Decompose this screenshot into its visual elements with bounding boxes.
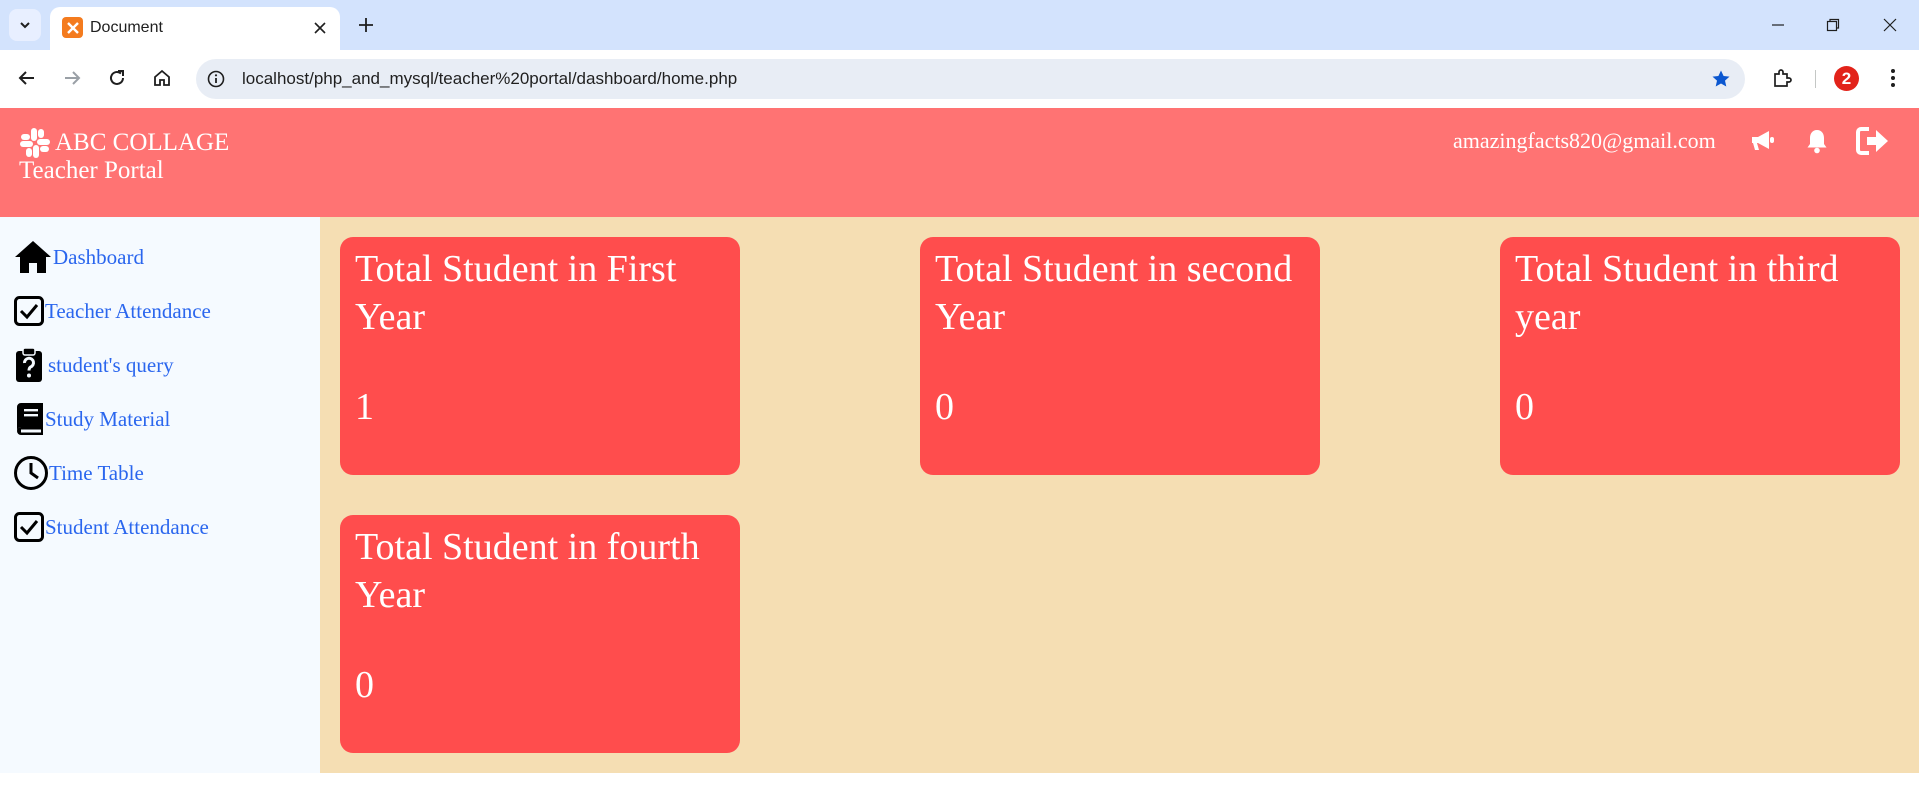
home-icon [15,241,51,273]
xampp-favicon-icon [62,17,83,38]
close-window-button[interactable] [1870,9,1910,41]
extensions-button[interactable] [1766,62,1798,94]
clock-icon [14,456,48,490]
slack-logo-icon [20,128,50,158]
url-text: localhost/php_and_mysql/teacher%20portal… [242,69,738,88]
restore-button[interactable] [1813,9,1853,41]
stat-card-first-year: Total Student in First Year 1 [340,237,740,475]
home-outline-icon [154,69,170,86]
logout-button[interactable] [1856,124,1890,158]
sidebar-item-dashboard[interactable]: Dashboard [13,237,144,277]
stat-card-value: 0 [1515,386,1534,428]
megaphone-icon [1752,131,1774,150]
stat-card-third-year: Total Student in third year 0 [1500,237,1900,475]
tab-search-button[interactable] [9,9,41,41]
dashboard-main: Total Student in First Year 1 Total Stud… [320,217,1919,773]
stat-card-title: Total Student in third year [1515,248,1839,338]
puzzle-icon [1774,69,1792,87]
sidebar-item-label: Student Attendance [45,514,209,539]
notifications-button[interactable] [1800,124,1834,158]
sidebar-item-teacher-attendance[interactable]: Teacher Attendance [13,291,211,331]
arrow-left-icon [18,71,34,85]
stat-card-value: 1 [355,386,374,428]
stat-card-value: 0 [935,386,954,428]
sidebar-item-students-query[interactable]: student's query [13,345,174,385]
checkbox-icon [14,512,44,542]
site-info-icon[interactable] [204,67,228,91]
stat-card-second-year: Total Student in second Year 0 [920,237,1320,475]
sidebar-item-label: student's query [48,352,174,377]
address-bar[interactable]: localhost/php_and_mysql/teacher%20portal… [196,59,1745,99]
minimize-button[interactable] [1758,9,1798,41]
new-tab-button[interactable] [352,11,380,39]
tab-close-icon[interactable] [308,16,332,40]
sidebar: Dashboard Teacher Attendance student's q… [0,217,320,773]
forward-button[interactable] [56,62,88,94]
stat-card-title: Total Student in First Year [355,248,677,338]
plus-icon [359,18,373,32]
reload-button[interactable] [101,62,133,94]
sidebar-item-label: Teacher Attendance [45,298,211,323]
arrow-right-icon [65,71,81,85]
sign-out-icon [1856,127,1888,155]
announcement-button[interactable] [1746,124,1780,158]
stat-card-fourth-year: Total Student in fourth Year 0 [340,515,740,753]
stat-card-value: 0 [355,664,374,706]
kebab-menu-icon [1891,69,1895,87]
chevron-down-icon [20,22,30,29]
sidebar-item-study-material[interactable]: Study Material [13,399,170,439]
brand: ABC COLLAGE [18,126,229,160]
browser-toolbar: localhost/php_and_mysql/teacher%20portal… [0,50,1919,108]
back-button[interactable] [11,62,43,94]
tab-title: Document [90,19,163,36]
reload-icon [110,70,124,85]
home-button[interactable] [146,62,178,94]
bookmark-star-icon[interactable] [1709,67,1733,91]
portal-subtitle: Teacher Portal [19,157,164,184]
sidebar-item-label: Study Material [45,406,171,431]
stat-card-title: Total Student in second Year [935,248,1293,338]
user-email: amazingfacts820@gmail.com [1453,128,1716,153]
toolbar-separator [1815,70,1816,88]
close-icon [1883,18,1897,32]
sidebar-item-student-attendance[interactable]: Student Attendance [13,507,209,547]
sidebar-item-label: Dashboard [53,244,144,269]
page-bottom-area [0,773,1919,800]
browser-menu-button[interactable] [1877,62,1909,94]
brand-name: ABC COLLAGE [55,129,230,156]
book-icon [17,403,43,435]
checkbox-icon [14,296,44,326]
sidebar-item-time-table[interactable]: Time Table [13,453,144,493]
sidebar-item-label: Time Table [49,460,144,485]
site-header: ABC COLLAGE Teacher Portal amazingfacts8… [0,108,1919,217]
browser-tabstrip: Document [0,0,1919,50]
browser-tab[interactable]: Document [50,7,340,50]
web-page: ABC COLLAGE Teacher Portal amazingfacts8… [0,108,1919,800]
bell-icon [1807,130,1827,154]
profile-avatar[interactable]: 2 [1834,66,1859,91]
stat-card-title: Total Student in fourth Year [355,526,700,616]
minimize-icon [1772,24,1784,26]
clipboard-question-icon [16,347,42,382]
restore-icon [1826,18,1840,32]
